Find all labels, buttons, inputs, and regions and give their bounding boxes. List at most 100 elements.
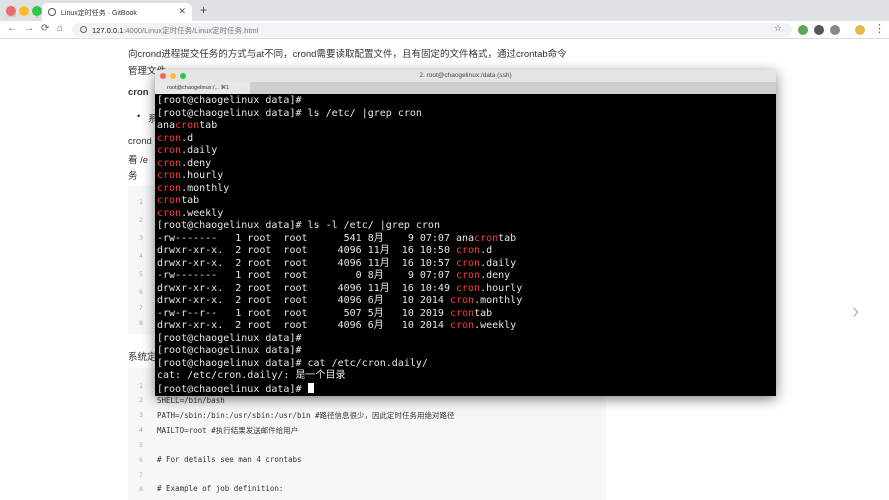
terminal-text: -rw------- 1 root root 541 8月 9 07:07 an… <box>157 232 475 244</box>
grep-match-highlight: cron <box>449 307 475 319</box>
line-number: 6 <box>139 456 143 464</box>
address-bar[interactable]: 127.0.0.1:4000/Linux定时任务/Linux定时任务.html … <box>72 23 792 37</box>
line-number: 5 <box>139 441 143 449</box>
terminal-line: drwxr-xr-x. 2 root root 4096 11月 16 10:5… <box>157 245 774 258</box>
terminal-text: tab <box>181 195 200 206</box>
new-tab-button[interactable]: + <box>200 3 207 17</box>
terminal-text: tab <box>474 307 493 319</box>
terminal-text: tab <box>199 120 218 131</box>
terminal-text: drwxr-xr-x. 2 root root 4096 11月 16 10:5… <box>157 245 456 256</box>
grep-match-highlight: cron <box>455 282 481 294</box>
terminal-text: -rw-r--r-- 1 root root 507 5月 10 2019 <box>157 307 450 319</box>
code-line: # Example of job definition: <box>157 484 284 493</box>
terminal-text: .daily <box>181 145 218 156</box>
terminal-line: cat: /etc/cron.daily/: 是一个目录 <box>157 370 774 383</box>
terminal-text: .deny <box>181 157 212 169</box>
menu-icon[interactable]: ⋮ <box>874 22 885 35</box>
home-icon[interactable]: ⌂ <box>57 23 63 34</box>
line-number: 1 <box>139 382 143 390</box>
paragraph: 看 /e <box>128 155 149 166</box>
reload-icon[interactable]: ⟳ <box>41 23 49 34</box>
terminal-line: -rw-r--r-- 1 root root 507 5月 10 2019 cr… <box>157 308 774 321</box>
grep-match-highlight: cron <box>157 182 182 194</box>
terminal-text: drwxr-xr-x. 2 root root 4096 6月 10 2014 <box>157 295 450 306</box>
bookmark-star-icon[interactable]: ☆ <box>774 23 782 34</box>
browser-tab[interactable]: Linux定时任务 · GitBook ✕ <box>42 3 192 21</box>
terminal-text: .monthly <box>474 295 523 306</box>
grep-match-highlight: cron <box>157 195 182 206</box>
line-number: 8 <box>139 485 143 493</box>
terminal-line: [root@chaogelinux data]# <box>157 345 774 358</box>
terminal-line: [root@chaogelinux data]# <box>157 333 774 346</box>
extension-icon[interactable] <box>814 25 824 35</box>
line-number: 2 <box>139 216 143 224</box>
terminal-line: cron.deny <box>157 158 774 171</box>
bullet-dot: • <box>137 111 141 122</box>
terminal-line: cron.hourly <box>157 170 774 183</box>
terminal-text: [root@chaogelinux data]# <box>157 332 302 344</box>
terminal-title-bar[interactable]: 2. root@chaogelinux:/data (ssh) <box>155 70 776 82</box>
avatar[interactable] <box>855 25 865 35</box>
next-page-arrow-icon[interactable]: › <box>852 298 859 324</box>
code-line: SHELL=/bin/bash <box>157 396 225 405</box>
url-text: 127.0.0.1:4000/Linux定时任务/Linux定时任务.html <box>92 26 259 35</box>
terminal-line: drwxr-xr-x. 2 root root 4096 6月 10 2014 … <box>157 295 774 308</box>
section-heading: cron <box>128 87 149 98</box>
tab-title: Linux定时任务 · GitBook <box>61 10 137 17</box>
terminal-text: .deny <box>480 270 511 281</box>
grep-match-highlight: cron <box>175 120 200 131</box>
terminal-text: .hourly <box>181 170 224 181</box>
line-number: 7 <box>139 304 143 312</box>
terminal-cursor <box>307 382 314 393</box>
upper-code-block <box>128 186 158 334</box>
browser-tab-bar: 白 小 天 兰 Linux定时任务 · GitBook ✕ + <box>0 0 889 21</box>
extension-icon[interactable] <box>798 25 808 35</box>
terminal-text: [root@chaogelinux data]# ls -l /etc/ |gr… <box>157 220 440 231</box>
extension-icon[interactable] <box>830 25 840 35</box>
grep-match-highlight: cron <box>157 132 182 144</box>
terminal-text: .d <box>480 245 493 256</box>
terminal-tab-bar: root@chaogelinux:/... ⌘1 <box>155 82 776 94</box>
terminal-text: [root@chaogelinux data]# cat /etc/cron.d… <box>157 357 428 369</box>
line-number: 3 <box>139 411 143 419</box>
paragraph: crond <box>128 136 152 147</box>
terminal-output[interactable]: [root@chaogelinux data]# [root@chaogelinu… <box>157 95 774 393</box>
line-number: 6 <box>139 288 143 296</box>
terminal-line: [root@chaogelinux data]# <box>157 382 774 393</box>
terminal-text: [root@chaogelinux data]# <box>157 95 302 106</box>
terminal-text: .hourly <box>480 282 523 294</box>
terminal-text: drwxr-xr-x. 2 root root 4096 6月 10 2014 <box>157 320 450 331</box>
paragraph: 向crond进程提交任务的方式与at不同，crond需要读取配置文件，且有固定的… <box>128 49 567 60</box>
terminal-line: cron.d <box>157 133 774 146</box>
terminal-tab[interactable]: root@chaogelinux:/... ⌘1 <box>155 82 250 94</box>
line-number: 1 <box>139 198 143 206</box>
terminal-line: drwxr-xr-x. 2 root root 4096 6月 10 2014 … <box>157 320 774 333</box>
grep-match-highlight: cron <box>157 157 182 169</box>
info-icon[interactable] <box>80 26 87 33</box>
terminal-line: [root@chaogelinux data]# <box>157 95 774 108</box>
forward-icon[interactable]: → <box>24 23 34 34</box>
terminal-title: 2. root@chaogelinux:/data (ssh) <box>419 72 512 79</box>
terminal-line: [root@chaogelinux data]# ls /etc/ |grep … <box>157 108 774 121</box>
code-line: PATH=/sbin:/bin:/usr/sbin:/usr/bin #路径信息… <box>157 411 455 420</box>
terminal-line: -rw------- 1 root root 541 8月 9 07:07 an… <box>157 233 774 246</box>
grep-match-highlight: cron <box>474 232 499 244</box>
grep-match-highlight: cron <box>449 295 475 306</box>
terminal-line: drwxr-xr-x. 2 root root 4096 11月 16 10:4… <box>157 283 774 296</box>
terminal-text: [root@chaogelinux data]# <box>157 345 302 356</box>
paragraph: 务 <box>128 171 138 182</box>
terminal-line: [root@chaogelinux data]# cat /etc/cron.d… <box>157 358 774 371</box>
close-icon[interactable]: ✕ <box>178 6 186 17</box>
line-number: 7 <box>139 471 143 479</box>
terminal-text: cat: /etc/cron.daily/: 是一个目录 <box>157 370 346 381</box>
terminal-text: .weekly <box>474 320 517 331</box>
line-number: 4 <box>139 426 143 434</box>
line-number: 4 <box>139 252 143 260</box>
terminal-text: .d <box>181 132 194 144</box>
browser-toolbar: ← → ⟳ ⌂ 127.0.0.1:4000/Linux定时任务/Linux定时… <box>0 21 889 39</box>
terminal-text: .daily <box>480 257 517 269</box>
back-icon[interactable]: ← <box>7 23 17 34</box>
terminal-window[interactable]: 2. root@chaogelinux:/data (ssh) root@cha… <box>155 70 776 396</box>
grep-match-highlight: cron <box>157 170 182 181</box>
terminal-line: cron.weekly <box>157 208 774 221</box>
